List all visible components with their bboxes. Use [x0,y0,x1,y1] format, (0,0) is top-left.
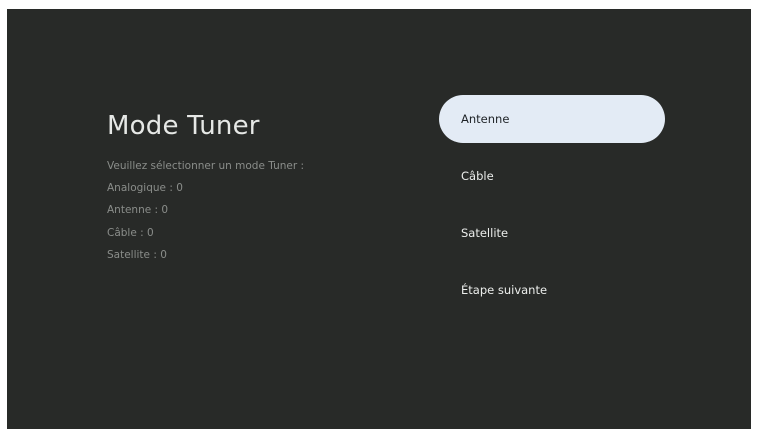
cable-count: Câble : 0 [107,226,154,239]
menu-item-next-step[interactable]: Étape suivante [439,266,665,314]
tv-screen: Mode Tuner Veuillez sélectionner un mode… [7,9,751,429]
satellite-count: Satellite : 0 [107,248,167,261]
menu-item-antenne[interactable]: Antenne [439,95,665,143]
page-title: Mode Tuner [107,111,260,141]
menu-item-label: Satellite [461,226,509,240]
menu-item-label: Antenne [461,112,510,126]
antenna-count: Antenne : 0 [107,204,169,217]
tuner-mode-menu: Antenne Câble Satellite Étape suivante [439,95,665,323]
tuner-prompt: Veuillez sélectionner un mode Tuner : [107,160,305,172]
menu-item-label: Câble [461,169,494,183]
menu-item-label: Étape suivante [461,283,548,297]
menu-item-satellite[interactable]: Satellite [439,209,665,257]
menu-item-cable[interactable]: Câble [439,152,665,200]
analog-count: Analogique : 0 [107,182,183,195]
tuner-info: Veuillez sélectionner un mode Tuner : An… [107,155,304,266]
